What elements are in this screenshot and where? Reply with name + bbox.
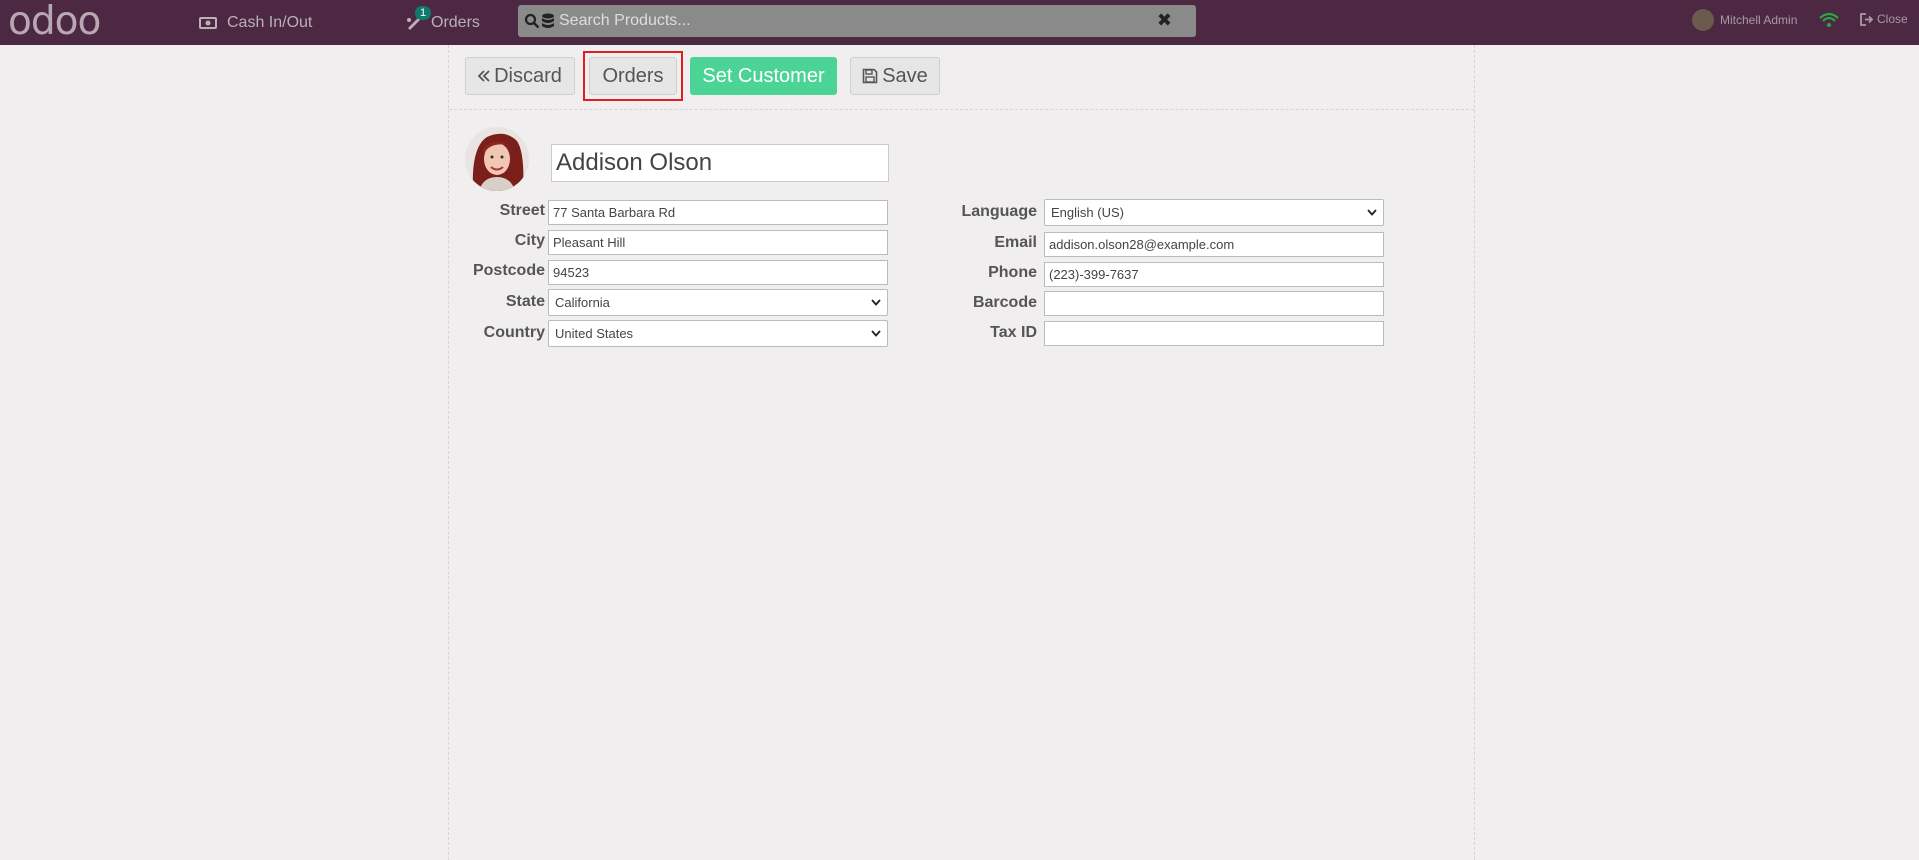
chevron-down-icon bbox=[1367, 209, 1377, 216]
chevron-down-icon bbox=[871, 299, 881, 306]
wifi-icon bbox=[1819, 12, 1839, 27]
state-value: California bbox=[555, 295, 610, 310]
country-label: Country bbox=[483, 324, 545, 341]
close-button[interactable]: Close bbox=[1860, 12, 1908, 26]
cash-in-out-button[interactable]: Cash In/Out bbox=[199, 0, 312, 45]
customer-photo[interactable] bbox=[465, 127, 529, 191]
street-label: Street bbox=[499, 202, 545, 219]
money-icon bbox=[199, 16, 217, 29]
search-icon bbox=[524, 13, 540, 29]
chevron-down-icon bbox=[871, 330, 881, 337]
email-input[interactable] bbox=[1044, 232, 1384, 257]
discard-label: Discard bbox=[494, 64, 562, 87]
customer-orders-button[interactable]: Orders bbox=[589, 57, 677, 95]
odoo-logo: odoo bbox=[8, 0, 101, 44]
barcode-input[interactable] bbox=[1044, 291, 1384, 316]
language-value: English (US) bbox=[1051, 205, 1124, 220]
set-customer-label: Set Customer bbox=[702, 64, 825, 87]
save-button[interactable]: Save bbox=[850, 57, 940, 95]
product-search-bar[interactable]: ✖ bbox=[518, 5, 1196, 37]
customer-toolbar: Discard Orders Set Customer Save bbox=[449, 45, 1474, 110]
tax-id-label: Tax ID bbox=[990, 324, 1037, 341]
orders-nav-button[interactable]: Orders bbox=[405, 0, 480, 45]
postcode-input[interactable] bbox=[548, 260, 888, 285]
state-label: State bbox=[505, 293, 545, 310]
database-icon bbox=[542, 13, 554, 28]
save-label: Save bbox=[882, 64, 928, 87]
double-chevron-left-icon bbox=[478, 70, 490, 82]
search-input[interactable] bbox=[557, 11, 1151, 31]
customer-photo-image bbox=[465, 127, 529, 191]
phone-label: Phone bbox=[988, 264, 1037, 281]
close-label: Close bbox=[1877, 12, 1908, 26]
orders-nav-label: Orders bbox=[431, 13, 480, 31]
language-label: Language bbox=[961, 203, 1037, 220]
barcode-label: Barcode bbox=[972, 294, 1037, 311]
country-select[interactable]: United States bbox=[548, 320, 888, 347]
phone-input[interactable] bbox=[1044, 262, 1384, 287]
cash-in-out-label: Cash In/Out bbox=[227, 13, 313, 31]
discard-button[interactable]: Discard bbox=[465, 57, 575, 95]
customer-name-input[interactable] bbox=[551, 144, 889, 182]
floppy-disk-icon bbox=[862, 68, 878, 84]
top-bar: odoo Cash In/Out Orders 1 ✖ bbox=[0, 0, 1919, 45]
user-name: Mitchell Admin bbox=[1720, 13, 1798, 27]
user-menu[interactable]: Mitchell Admin bbox=[1692, 9, 1797, 31]
city-input[interactable] bbox=[548, 230, 888, 255]
clear-search-icon[interactable]: ✖ bbox=[1157, 10, 1172, 31]
customer-edit-panel: Discard Orders Set Customer Save Addison… bbox=[448, 45, 1475, 860]
customer-orders-label: Orders bbox=[602, 64, 664, 87]
street-input[interactable] bbox=[548, 200, 888, 225]
sign-out-icon bbox=[1860, 12, 1874, 26]
city-label: City bbox=[514, 232, 545, 249]
tax-id-input[interactable] bbox=[1044, 321, 1384, 346]
state-select[interactable]: California bbox=[548, 289, 888, 316]
country-value: United States bbox=[555, 326, 634, 341]
orders-count-badge: 1 bbox=[415, 6, 432, 20]
user-avatar bbox=[1692, 9, 1714, 31]
email-label: Email bbox=[994, 234, 1037, 251]
postcode-label: Postcode bbox=[472, 262, 545, 279]
language-select[interactable]: English (US) bbox=[1044, 199, 1384, 226]
set-customer-button[interactable]: Set Customer bbox=[690, 57, 837, 95]
